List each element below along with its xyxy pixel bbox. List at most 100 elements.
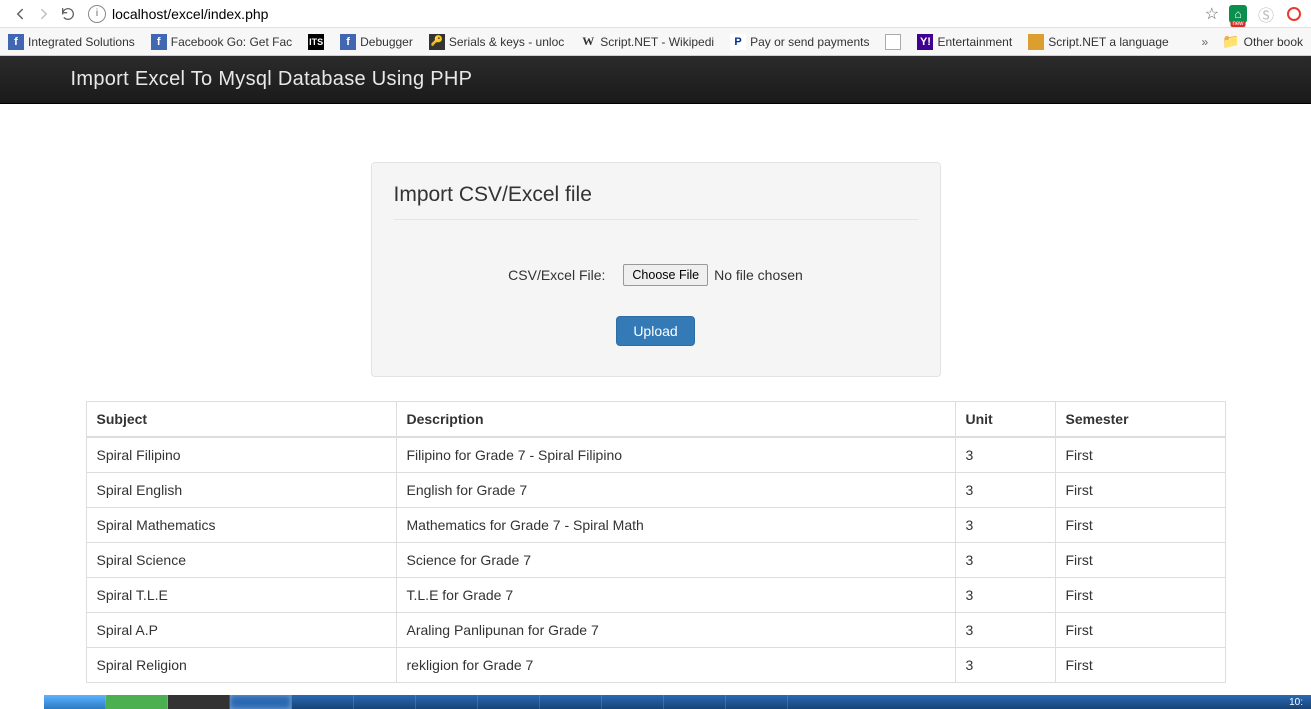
bookmarks-overflow-icon[interactable]: » bbox=[1202, 35, 1209, 49]
bookmark-label: Script.NET a language bbox=[1048, 35, 1169, 49]
upload-button[interactable]: Upload bbox=[616, 316, 694, 346]
table-cell: 3 bbox=[955, 578, 1055, 613]
import-panel: Import CSV/Excel file CSV/Excel File: Ch… bbox=[371, 162, 941, 377]
table-row: Spiral A.PAraling Panlipunan for Grade 7… bbox=[86, 613, 1225, 648]
taskbar-app-icon[interactable] bbox=[354, 695, 416, 709]
data-table: Subject Description Unit Semester Spiral… bbox=[86, 401, 1226, 683]
bookmark-favicon-icon bbox=[885, 34, 901, 50]
table-cell: 3 bbox=[955, 543, 1055, 578]
table-row: Spiral Religionrekligion for Grade 73Fir… bbox=[86, 648, 1225, 683]
page-navbar: Import Excel To Mysql Database Using PHP bbox=[0, 56, 1311, 104]
bookmark-label: Debugger bbox=[360, 35, 413, 49]
system-tray[interactable]: 10: bbox=[1271, 695, 1311, 709]
bookmark-item[interactable]: Script.NET a language bbox=[1028, 34, 1169, 50]
forward-button[interactable] bbox=[32, 2, 56, 26]
table-row: Spiral ScienceScience for Grade 73First bbox=[86, 543, 1225, 578]
tray-icon[interactable] bbox=[1271, 696, 1283, 708]
back-button[interactable] bbox=[8, 2, 32, 26]
taskbar-app-icon[interactable] bbox=[540, 695, 602, 709]
bookmark-favicon-icon: W bbox=[580, 34, 596, 50]
bookmark-label: Pay or send payments bbox=[750, 35, 869, 49]
bookmark-item[interactable] bbox=[885, 34, 901, 50]
table-cell: Spiral Mathematics bbox=[86, 508, 396, 543]
table-row: Spiral EnglishEnglish for Grade 73First bbox=[86, 473, 1225, 508]
extension-opera-icon[interactable] bbox=[1285, 5, 1303, 23]
table-header-row: Subject Description Unit Semester bbox=[86, 402, 1225, 438]
bookmark-item[interactable]: f Debugger bbox=[340, 34, 413, 50]
taskbar-chrome-icon[interactable] bbox=[230, 695, 292, 709]
table-cell: 3 bbox=[955, 437, 1055, 473]
table-cell: First bbox=[1055, 613, 1225, 648]
taskbar-app-icon[interactable] bbox=[478, 695, 540, 709]
page-title: Import Excel To Mysql Database Using PHP bbox=[71, 68, 1241, 91]
table-cell: 3 bbox=[955, 648, 1055, 683]
table-cell: Spiral T.L.E bbox=[86, 578, 396, 613]
table-cell: First bbox=[1055, 508, 1225, 543]
file-input[interactable]: Choose File No file chosen bbox=[623, 264, 802, 286]
bookmark-favicon-icon: f bbox=[340, 34, 356, 50]
bookmark-item[interactable]: 🔑Serials & keys - unloc bbox=[429, 34, 564, 50]
choose-file-button[interactable]: Choose File bbox=[623, 264, 708, 286]
taskbar-app-icon[interactable] bbox=[416, 695, 478, 709]
folder-icon: 📁 bbox=[1222, 33, 1239, 50]
taskbar-app-icon[interactable] bbox=[292, 695, 354, 709]
other-bookmarks-label: Other book bbox=[1244, 35, 1303, 49]
table-cell: rekligion for Grade 7 bbox=[396, 648, 955, 683]
bookmark-item[interactable]: f Integrated Solutions bbox=[8, 34, 135, 50]
bookmark-item[interactable]: ITS bbox=[308, 34, 324, 50]
table-cell: Spiral Filipino bbox=[86, 437, 396, 473]
taskbar-hp-icon[interactable] bbox=[168, 695, 230, 709]
extension-dashlane-icon[interactable]: ⌂ bbox=[1229, 5, 1247, 23]
table-cell: Spiral Religion bbox=[86, 648, 396, 683]
bookmark-favicon-icon: P bbox=[730, 34, 746, 50]
table-cell: Science for Grade 7 bbox=[396, 543, 955, 578]
site-info-icon[interactable]: i bbox=[88, 5, 106, 23]
panel-divider bbox=[394, 219, 918, 220]
bookmark-label: Entertainment bbox=[937, 35, 1012, 49]
other-bookmarks[interactable]: 📁 Other book bbox=[1222, 33, 1303, 50]
col-subject: Subject bbox=[86, 402, 396, 438]
bookmark-item[interactable]: fFacebook Go: Get Fac bbox=[151, 34, 292, 50]
extension-skype-icon[interactable]: Ⓢ bbox=[1257, 5, 1275, 23]
taskbar-app-icon[interactable] bbox=[664, 695, 726, 709]
bookmark-favicon-icon bbox=[1028, 34, 1044, 50]
col-description: Description bbox=[396, 402, 955, 438]
table-cell: 3 bbox=[955, 473, 1055, 508]
taskbar-app-icon[interactable] bbox=[602, 695, 664, 709]
bookmark-favicon-icon: Y! bbox=[917, 34, 933, 50]
start-button[interactable] bbox=[0, 695, 44, 709]
table-cell: Mathematics for Grade 7 - Spiral Math bbox=[396, 508, 955, 543]
table-cell: Araling Panlipunan for Grade 7 bbox=[396, 613, 955, 648]
panel-title: Import CSV/Excel file bbox=[394, 183, 918, 207]
bookmark-item[interactable]: W Script.NET - Wikipedi bbox=[580, 34, 714, 50]
table-cell: First bbox=[1055, 578, 1225, 613]
bookmark-item[interactable]: P Pay or send payments bbox=[730, 34, 869, 50]
table-row: Spiral MathematicsMathematics for Grade … bbox=[86, 508, 1225, 543]
clock: 10: bbox=[1289, 697, 1303, 708]
table-row: Spiral FilipinoFilipino for Grade 7 - Sp… bbox=[86, 437, 1225, 473]
taskbar-app-icon[interactable] bbox=[106, 695, 168, 709]
bookmarks-bar: fIntegrated SolutionsfFacebook Go: Get F… bbox=[0, 28, 1311, 56]
table-cell: Filipino for Grade 7 - Spiral Filipino bbox=[396, 437, 955, 473]
reload-button[interactable] bbox=[56, 2, 80, 26]
bookmark-label: Integrated Solutions bbox=[28, 35, 135, 49]
table-cell: Spiral Science bbox=[86, 543, 396, 578]
bookmark-label: Script.NET - Wikipedi bbox=[600, 35, 714, 49]
bookmark-star-icon[interactable]: ☆ bbox=[1205, 4, 1219, 24]
table-cell: Spiral English bbox=[86, 473, 396, 508]
main-container: Import CSV/Excel file CSV/Excel File: Ch… bbox=[71, 162, 1241, 683]
taskbar-ie-icon[interactable] bbox=[44, 695, 106, 709]
file-input-label: CSV/Excel File: bbox=[508, 267, 605, 283]
taskbar-app-icon[interactable] bbox=[726, 695, 788, 709]
file-input-row: CSV/Excel File: Choose File No file chos… bbox=[394, 264, 918, 286]
table-cell: English for Grade 7 bbox=[396, 473, 955, 508]
table-cell: First bbox=[1055, 437, 1225, 473]
bookmark-label: Facebook Go: Get Fac bbox=[171, 35, 292, 49]
table-cell: First bbox=[1055, 473, 1225, 508]
bookmark-item[interactable]: Y! Entertainment bbox=[917, 34, 1012, 50]
address-bar[interactable]: i localhost/excel/index.php bbox=[88, 5, 1195, 23]
url-text: localhost/excel/index.php bbox=[112, 6, 268, 22]
bookmark-favicon-icon: f bbox=[8, 34, 24, 50]
table-cell: T.L.E for Grade 7 bbox=[396, 578, 955, 613]
bookmark-favicon-icon: 🔑 bbox=[429, 34, 445, 50]
